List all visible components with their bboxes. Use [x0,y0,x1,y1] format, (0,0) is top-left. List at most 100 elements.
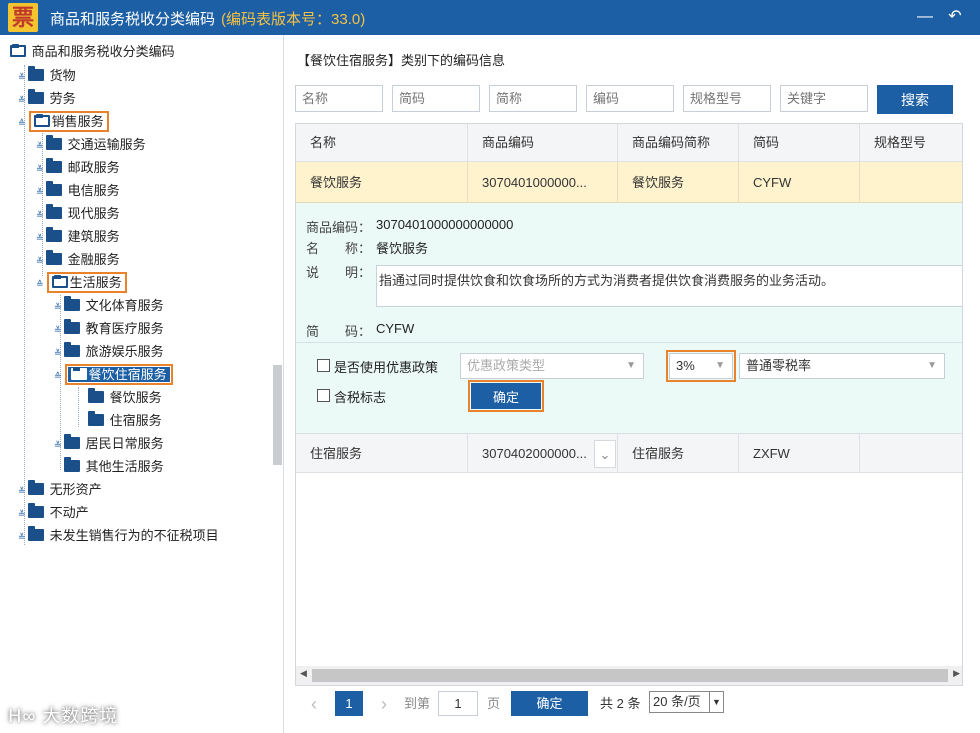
cell-short-name: 住宿服务 [618,434,739,472]
chevron-down-icon[interactable]: ≚ [36,228,46,248]
tree-item-other-life[interactable]: 其他生活服务 [64,457,164,477]
tree-item-life-services[interactable]: ≙ 生活服务 [36,272,127,294]
tax-rate-select[interactable]: 3% ▼ [666,350,736,382]
tree-item-label: 未发生销售行为的不征税项目 [49,528,219,543]
detail-name-label: 名 称： [306,241,372,256]
tree-item-modern[interactable]: ≚ 现代服务 [36,204,120,224]
chevron-up-icon[interactable]: ≙ [54,366,64,386]
watermark-text: 大数跨境 [42,706,119,726]
page-size-value: 20 条/页 [653,694,701,709]
tree-item-transport[interactable]: ≚ 交通运输服务 [36,135,146,155]
tree-item-catering[interactable]: 餐饮服务 [88,388,162,408]
tree-item-sales-services[interactable]: ≙ 销售服务 [18,111,109,133]
chevron-down-icon[interactable]: ≚ [54,343,64,363]
chevron-down-icon[interactable]: ≚ [36,182,46,202]
goto-page-input[interactable]: 1 [438,691,478,716]
window-title-text: 商品和服务税收分类编码 [50,11,216,28]
tree-item-catering-lodging[interactable]: ≙ 餐饮住宿服务 [54,364,173,386]
scroll-left-icon[interactable]: ◀ [300,668,307,679]
version-label: (编码表版本号：33.0) [221,11,366,28]
chevron-down-icon[interactable]: ≚ [18,504,28,524]
goto-confirm-button[interactable]: 确定 [511,691,588,716]
chevron-down-icon[interactable]: ≚ [18,90,28,110]
tree-root[interactable]: 商品和服务税收分类编码 [10,42,175,62]
search-button[interactable]: 搜索 [877,85,953,114]
search-name-input[interactable] [295,85,383,112]
tree-item-goods[interactable]: ≚ 货物 [18,66,76,86]
col-code[interactable]: 商品编码 [468,124,618,161]
use-policy-checkbox[interactable] [317,359,330,372]
chevron-down-icon[interactable]: ≚ [18,67,28,87]
chevron-down-icon[interactable]: ≚ [18,481,28,501]
tree-item-label: 劳务 [49,91,76,106]
chevron-down-icon[interactable]: ≚ [36,159,46,179]
tree-item-real-estate[interactable]: ≚ 不动产 [18,503,89,523]
chevron-down-icon[interactable]: ≚ [36,136,46,156]
col-name[interactable]: 名称 [296,124,468,161]
chevron-down-icon[interactable]: ≚ [18,527,28,547]
horizontal-scrollbar[interactable]: ◀ ▶ [296,666,962,685]
col-spec[interactable]: 规格型号 [860,124,962,161]
search-keyword-input[interactable] [780,85,868,112]
prev-page-icon[interactable]: ‹ [311,686,317,722]
tree-item-construction[interactable]: ≚ 建筑服务 [36,227,120,247]
detail-code-value: 3070401000000000000 [376,217,514,232]
scrollbar-thumb[interactable] [312,669,948,682]
back-arrow-icon[interactable]: ↶ [944,6,966,28]
tree-item-education-medical[interactable]: ≚ 教育医疗服务 [54,319,164,339]
table-row[interactable]: 住宿服务 3070402000000... ⌄ 住宿服务 ZXFW [296,433,962,473]
detail-confirm-button[interactable]: 确定 [468,380,544,412]
chevron-down-icon[interactable]: ≚ [54,320,64,340]
folder-icon [46,227,62,242]
tree-root-label: 商品和服务税收分类编码 [31,44,175,59]
tree-item-label: 旅游娱乐服务 [85,344,164,359]
cell-abbr: ZXFW [739,434,860,472]
folder-open-icon [51,275,68,288]
search-spec-input[interactable] [683,85,771,112]
cell-short-name: 餐饮服务 [618,162,739,202]
col-short-name[interactable]: 商品编码简称 [618,124,739,161]
tree-item-non-taxable[interactable]: ≚ 未发生销售行为的不征税项目 [18,526,219,546]
folder-icon [46,250,62,265]
chevron-down-icon[interactable]: ≚ [54,297,64,317]
detail-desc-field[interactable]: 指通过同时提供饮食和饮食场所的方式为消费者提供饮食消费服务的业务活动。 [376,265,962,307]
tree-item-label: 交通运输服务 [67,137,146,152]
chevron-up-icon[interactable]: ≙ [36,274,46,294]
folder-icon [64,296,80,311]
chevron-down-icon[interactable]: ≚ [36,251,46,271]
tree-scrollbar[interactable] [273,365,282,465]
folder-icon [64,457,80,472]
tree-item-lodging[interactable]: 住宿服务 [88,411,162,431]
page-number-button[interactable]: 1 [335,691,363,716]
search-code-input[interactable] [586,85,674,112]
next-page-icon[interactable]: › [381,686,387,722]
tree-item-finance[interactable]: ≚ 金融服务 [36,250,120,270]
folder-open-icon [70,367,87,380]
tree-item-label: 无形资产 [49,482,102,497]
table-row[interactable]: 餐饮服务 3070401000000... 餐饮服务 CYFW [296,162,962,203]
chevron-down-icon[interactable]: ⌄ [594,440,616,468]
tree-item-intangible[interactable]: ≚ 无形资产 [18,480,102,500]
tree-item-telecom[interactable]: ≚ 电信服务 [36,181,120,201]
col-abbr[interactable]: 简码 [739,124,860,161]
tree-item-resident-daily[interactable]: ≚ 居民日常服务 [54,434,164,454]
policy-type-select[interactable]: 优惠政策类型 ▼ [460,353,644,379]
zero-rate-select[interactable]: 普通零税率 ▼ [739,353,945,379]
folder-icon [46,181,62,196]
page-unit-label: 页 [487,696,501,711]
minimize-icon[interactable]: — [914,6,936,28]
tax-included-checkbox[interactable] [317,389,330,402]
tree-item-culture-sports[interactable]: ≚ 文化体育服务 [54,296,164,316]
scroll-right-icon[interactable]: ▶ [953,668,960,679]
tree-item-labor[interactable]: ≚ 劳务 [18,89,76,109]
tree-item-tourism[interactable]: ≚ 旅游娱乐服务 [54,342,164,362]
chevron-down-icon[interactable]: ≚ [54,435,64,455]
chevron-down-icon[interactable]: ≚ [36,205,46,225]
page-size-select[interactable]: 20 条/页 ▼ [649,691,724,713]
chevron-up-icon[interactable]: ≙ [18,113,28,133]
highlight-box: 餐饮住宿服务 [64,364,173,385]
search-abbr-input[interactable] [392,85,480,112]
tree-item-postal[interactable]: ≚ 邮政服务 [36,158,120,178]
search-short-name-input[interactable] [489,85,577,112]
cell-name: 住宿服务 [296,434,468,472]
